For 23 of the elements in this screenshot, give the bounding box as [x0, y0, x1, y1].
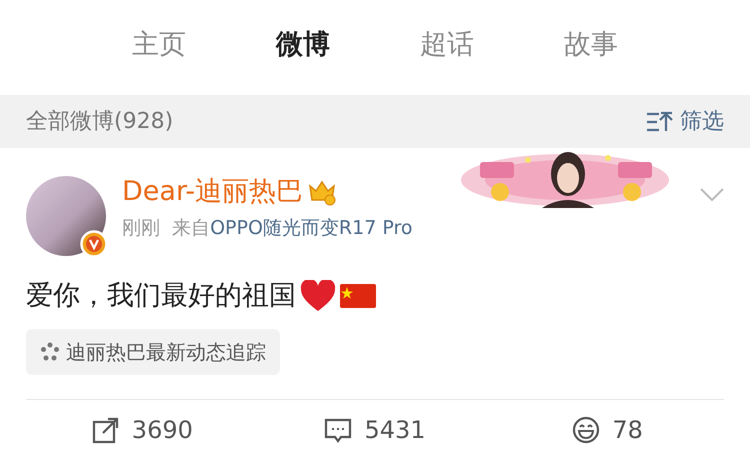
share-icon — [92, 416, 120, 444]
tab[interactable]: 微博 — [231, 20, 375, 70]
feed-title: 全部微博(928) — [26, 108, 174, 136]
post-time: 刚刚 — [122, 217, 160, 240]
post-text: 爱你，我们最好的祖国 — [26, 279, 296, 313]
source-label: 来自 — [172, 217, 210, 240]
tab[interactable]: 主页 — [87, 20, 231, 70]
smiley-icon — [572, 416, 600, 444]
comment-icon — [324, 416, 352, 444]
flag-icon — [340, 284, 376, 308]
topic-tag[interactable]: 迪丽热巴最新动态追踪 — [26, 328, 280, 374]
filter-button[interactable]: 筛选 — [646, 105, 724, 138]
source-link[interactable]: OPPO随光而变R17 Pro — [210, 217, 412, 240]
author-name[interactable]: Dear-迪丽热巴 — [122, 176, 304, 208]
filter-icon — [646, 110, 674, 132]
tab[interactable]: 超话 — [375, 20, 519, 70]
tab[interactable]: 故事 — [519, 20, 663, 70]
loading-dots-icon — [40, 342, 60, 362]
heart-icon — [300, 280, 336, 312]
like-button[interactable]: 78 — [491, 400, 724, 460]
comment-button[interactable]: 5431 — [258, 400, 492, 460]
crown-icon — [307, 178, 338, 206]
share-button[interactable]: 3690 — [26, 400, 259, 460]
